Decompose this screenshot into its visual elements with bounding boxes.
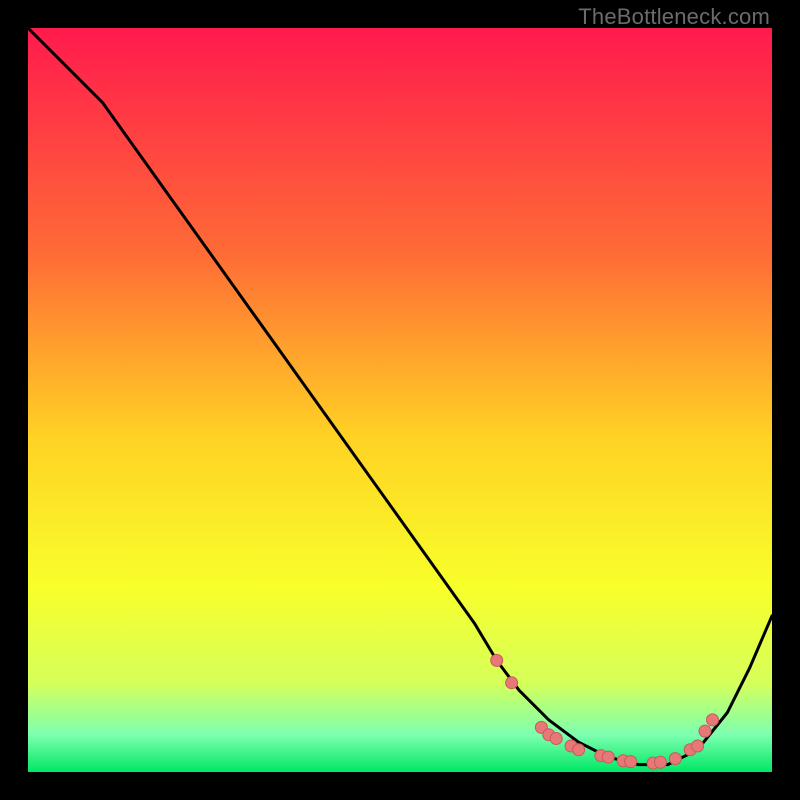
data-point <box>625 756 637 768</box>
data-point <box>669 753 681 765</box>
data-point <box>506 677 518 689</box>
gradient-background <box>28 28 772 772</box>
data-point <box>550 733 562 745</box>
data-point <box>573 744 585 756</box>
data-point <box>692 740 704 752</box>
bottleneck-chart <box>28 28 772 772</box>
data-point <box>602 751 614 763</box>
chart-frame <box>28 28 772 772</box>
data-point <box>707 714 719 726</box>
data-point <box>491 654 503 666</box>
watermark-text: TheBottleneck.com <box>578 4 770 30</box>
data-point <box>699 725 711 737</box>
data-point <box>654 756 666 768</box>
